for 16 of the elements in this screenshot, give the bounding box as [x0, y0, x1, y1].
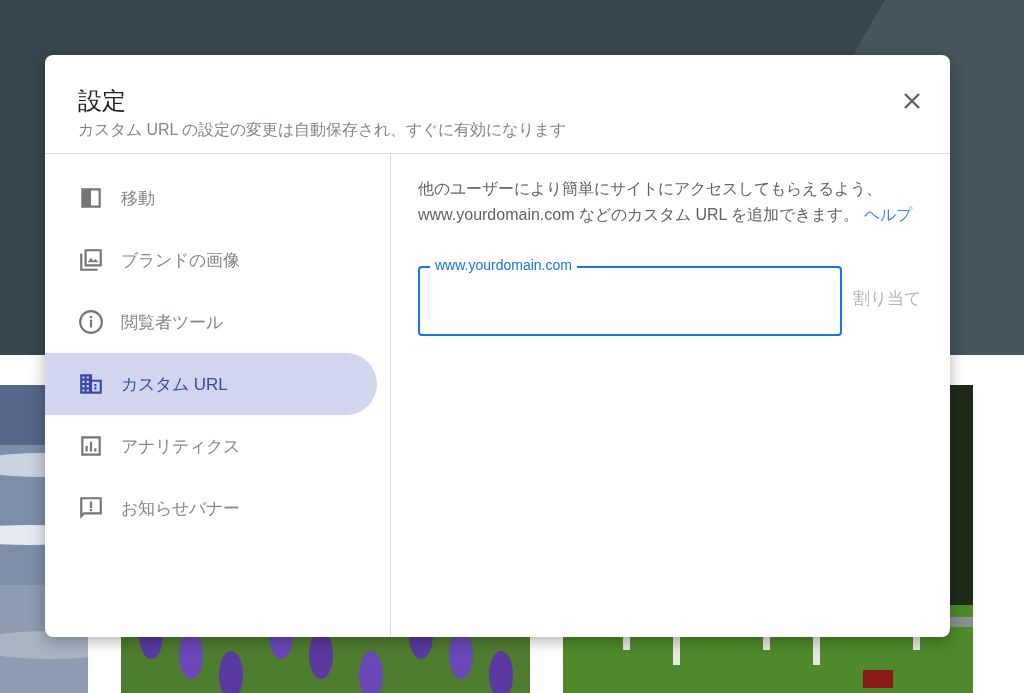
- help-link[interactable]: ヘルプ: [863, 206, 912, 223]
- sidebar-item[interactable]: カスタム URL: [45, 353, 377, 415]
- images-icon: [78, 247, 104, 273]
- dialog-subtitle: カスタム URL の設定の変更は自動保存され、すぐに有効になります: [78, 120, 568, 140]
- sidebar-item[interactable]: 移動: [45, 167, 377, 229]
- sidebar-item[interactable]: アナリティクス: [45, 415, 377, 477]
- feedback-icon: [78, 495, 104, 521]
- description-text: 他のユーザーにより簡単にサイトにアクセスしてもらえるよう、www.yourdomain.com などのカスタム URL を追加できます。 ヘルプ: [418, 179, 914, 225]
- info-icon: [78, 309, 104, 335]
- panel-icon: [78, 185, 104, 211]
- sidebar-item[interactable]: ブランドの画像: [45, 229, 377, 291]
- sidebar-item[interactable]: お知らせバナー: [45, 477, 377, 539]
- sidebar-item[interactable]: 閲覧者ツール: [45, 291, 377, 353]
- bar-chart-icon: [78, 433, 104, 459]
- building-icon: [78, 371, 104, 397]
- dialog-title: 設定: [78, 86, 126, 116]
